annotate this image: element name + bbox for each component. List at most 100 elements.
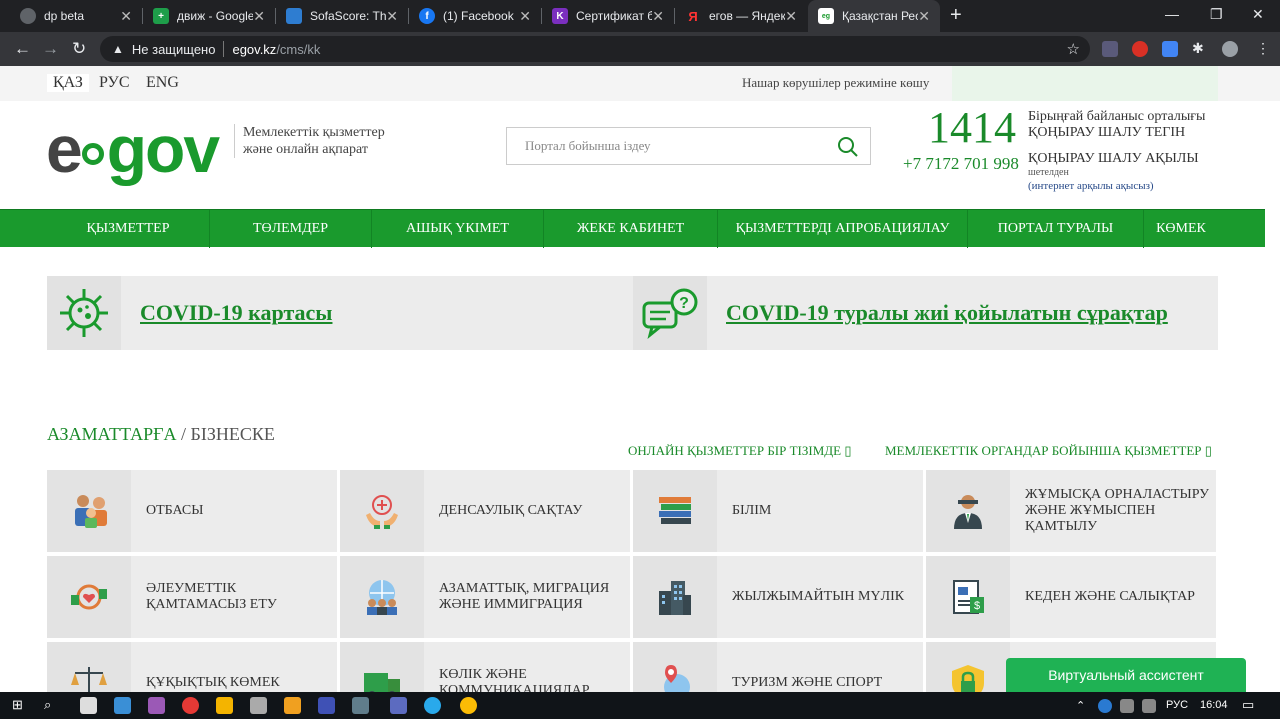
nav-payments[interactable]: ТӨЛЕМДЕР — [210, 210, 372, 248]
app-icon[interactable] — [250, 697, 267, 714]
site-tagline: Мемлекеттік қызметтер және онлайн ақпара… — [234, 124, 414, 158]
nav-service-testing[interactable]: ҚЫЗМЕТТЕРДІ АПРОБАЦИЯЛАУ — [718, 210, 968, 248]
nav-personal-cabinet[interactable]: ЖЕКЕ КАБИНЕТ — [544, 210, 718, 248]
browser-toolbar: ← → ↻ ▲ Не защищено egov.kz/cms/kk ☆ ✱ ⋮ — [0, 32, 1280, 66]
nav-help[interactable]: КӨМЕК — [1144, 210, 1218, 248]
tray-up-icon[interactable]: ⌃ — [1076, 699, 1085, 712]
sheets-icon: + — [153, 8, 169, 24]
forward-icon[interactable]: → — [42, 39, 59, 59]
notifications-icon[interactable]: ▭ — [1242, 697, 1254, 713]
browser-tab[interactable]: SofaScore: The ✕ — [276, 0, 408, 32]
buildings-icon — [633, 556, 717, 638]
egov-logo[interactable]: e gov — [46, 116, 220, 182]
minimize-icon[interactable]: — — [1165, 6, 1179, 22]
category-tile[interactable]: АЗАМАТТЫҚ, МИГРАЦИЯ ЖӘНЕ ИММИГРАЦИЯ — [340, 556, 630, 638]
category-tile[interactable]: КӨЛІК ЖӘНЕ КОММУНИКАЦИЯЛАР — [340, 642, 630, 692]
app-icon[interactable] — [318, 697, 335, 714]
category-tile[interactable]: $ КЕДЕН ЖӘНЕ САЛЫҚТАР — [926, 556, 1216, 638]
input-language[interactable]: РУС — [1166, 699, 1188, 711]
app-icon[interactable] — [216, 697, 233, 714]
chrome-icon[interactable] — [460, 697, 477, 714]
opera-icon[interactable] — [182, 697, 199, 714]
new-tab-button[interactable]: + — [950, 4, 962, 27]
folder-icon[interactable] — [284, 697, 301, 714]
category-tile[interactable]: ТУРИЗМ ЖӘНЕ СПОРТ — [633, 642, 923, 692]
browser-tab-bar: dp beta ✕ + движ - Google ✕ SofaScore: T… — [0, 0, 1280, 32]
egov-page: ҚАЗ РУС ENG Нашар көрушілер режиміне көш… — [0, 66, 1280, 692]
category-tile[interactable]: ЖЫЛЖЫМАЙТЫН МҮЛІК — [633, 556, 923, 638]
bookmark-star-icon[interactable]: ☆ — [1067, 40, 1080, 58]
lang-kaz[interactable]: ҚАЗ — [47, 74, 89, 92]
close-tab-icon[interactable]: ✕ — [253, 8, 265, 25]
browser-tab-active[interactable]: eg Қазақстан Рес ✕ — [808, 0, 940, 32]
close-tab-icon[interactable]: ✕ — [519, 8, 531, 25]
category-tile[interactable]: ӘЛЕУМЕТТІК ҚАМТАМАСЫЗ ЕТУ — [47, 556, 337, 638]
close-tab-icon[interactable]: ✕ — [918, 8, 930, 25]
close-tab-icon[interactable]: ✕ — [652, 8, 664, 25]
translate-icon[interactable] — [1162, 41, 1178, 57]
paid-phone-number[interactable]: +7 7172 701 998 — [903, 154, 1019, 174]
virtual-assistant-button[interactable]: Виртуальный ассистент — [1006, 658, 1246, 692]
close-tab-icon[interactable]: ✕ — [386, 8, 398, 25]
travel-pin-icon — [633, 642, 717, 692]
tab-title: dp beta — [44, 9, 85, 23]
covid-map-banner[interactable]: COVID-19 картасы — [47, 276, 633, 350]
browser-tab[interactable]: + движ - Google ✕ — [143, 0, 275, 32]
browser-tab[interactable]: f (1) Facebook ✕ — [409, 0, 541, 32]
back-icon[interactable]: ← — [14, 39, 31, 59]
reload-icon[interactable]: ↻ — [72, 39, 86, 59]
category-tile[interactable]: ЖҰМЫСҚА ОРНАЛАСТЫРУ ЖӘНЕ ЖҰМЫСПЕН ҚАМТЫЛ… — [926, 470, 1216, 552]
address-bar[interactable]: ▲ Не защищено egov.kz/cms/kk ☆ — [100, 36, 1090, 62]
covid-map-link[interactable]: COVID-19 картасы — [140, 300, 332, 326]
category-label: БІЛІМ — [732, 503, 772, 518]
category-label: ОТБАСЫ — [146, 503, 204, 518]
lang-eng[interactable]: ENG — [146, 74, 179, 92]
lang-rus[interactable]: РУС — [99, 74, 130, 92]
tray-app-icon[interactable] — [1120, 699, 1134, 713]
low-vision-link[interactable]: Нашар көрушілер режиміне көшу — [742, 75, 929, 91]
browser-tab[interactable]: K Сертификат б ✕ — [542, 0, 674, 32]
tray-app-icon[interactable] — [1098, 699, 1112, 713]
app-icon[interactable] — [114, 697, 131, 714]
hotline-number[interactable]: 1414 — [928, 102, 1016, 153]
audience-switch: АЗАМАТТАРҒА / БІЗНЕСКЕ — [47, 424, 275, 445]
calculator-icon[interactable] — [352, 697, 369, 714]
clock[interactable]: 16:04 — [1200, 699, 1228, 711]
search-icon[interactable] — [836, 135, 860, 159]
puzzle-icon[interactable]: ✱ — [1192, 41, 1208, 57]
close-window-icon[interactable]: ✕ — [1252, 6, 1264, 23]
online-services-list-link[interactable]: ОНЛАЙН ҚЫЗМЕТТЕР БІР ТІЗІМДЕ ▯ — [628, 443, 852, 459]
covid-faq-link[interactable]: COVID-19 туралы жиі қойылатын сұрақтар — [726, 300, 1168, 326]
tab-title: (1) Facebook — [443, 9, 514, 23]
maximize-icon[interactable]: ❐ — [1210, 6, 1223, 23]
adblock-icon[interactable] — [1132, 41, 1148, 57]
app-icon[interactable] — [148, 697, 165, 714]
tab-business[interactable]: БІЗНЕСКЕ — [191, 424, 275, 444]
menu-dots-icon[interactable]: ⋮ — [1256, 41, 1272, 57]
services-by-agency-link[interactable]: МЕМЛЕКЕТТІК ОРГАНДАР БОЙЫНША ҚЫЗМЕТТЕР ▯ — [885, 443, 1212, 459]
extension-icon[interactable] — [1102, 41, 1118, 57]
profile-avatar-icon[interactable] — [1222, 41, 1238, 57]
close-tab-icon[interactable]: ✕ — [120, 8, 132, 25]
category-tile[interactable]: ОТБАСЫ — [47, 470, 337, 552]
network-icon[interactable] — [1142, 699, 1156, 713]
category-tile[interactable]: ҚҰҚЫҚТЫҚ КӨМЕК — [47, 642, 337, 692]
telegram-icon[interactable] — [424, 697, 441, 714]
nav-services[interactable]: ҚЫЗМЕТТЕР — [47, 210, 210, 248]
nav-about-portal[interactable]: ПОРТАЛ ТУРАЛЫ — [968, 210, 1144, 248]
category-tile[interactable]: БІЛІМ — [633, 470, 923, 552]
windows-start-icon[interactable]: ⊞ — [12, 697, 29, 714]
app-icon[interactable] — [390, 697, 407, 714]
search-input[interactable]: Портал бойынша іздеу — [506, 127, 871, 165]
nav-open-government[interactable]: АШЫҚ ҮКІМЕТ — [372, 210, 544, 248]
close-tab-icon[interactable]: ✕ — [785, 8, 797, 25]
search-taskbar-icon[interactable]: ⌕ — [44, 697, 61, 714]
browser-tab[interactable]: Я егов — Яндек ✕ — [675, 0, 807, 32]
worker-icon — [926, 470, 1010, 552]
app-icon[interactable] — [80, 697, 97, 714]
tab-citizens[interactable]: АЗАМАТТАРҒА — [47, 424, 177, 444]
warning-icon: ▲ — [112, 42, 124, 56]
browser-tab[interactable]: dp beta ✕ — [10, 0, 142, 32]
category-tile[interactable]: ДЕНСАУЛЫҚ САҚТАУ — [340, 470, 630, 552]
covid-faq-banner[interactable]: ? COVID-19 туралы жиі қойылатын сұрақтар — [633, 276, 1218, 350]
